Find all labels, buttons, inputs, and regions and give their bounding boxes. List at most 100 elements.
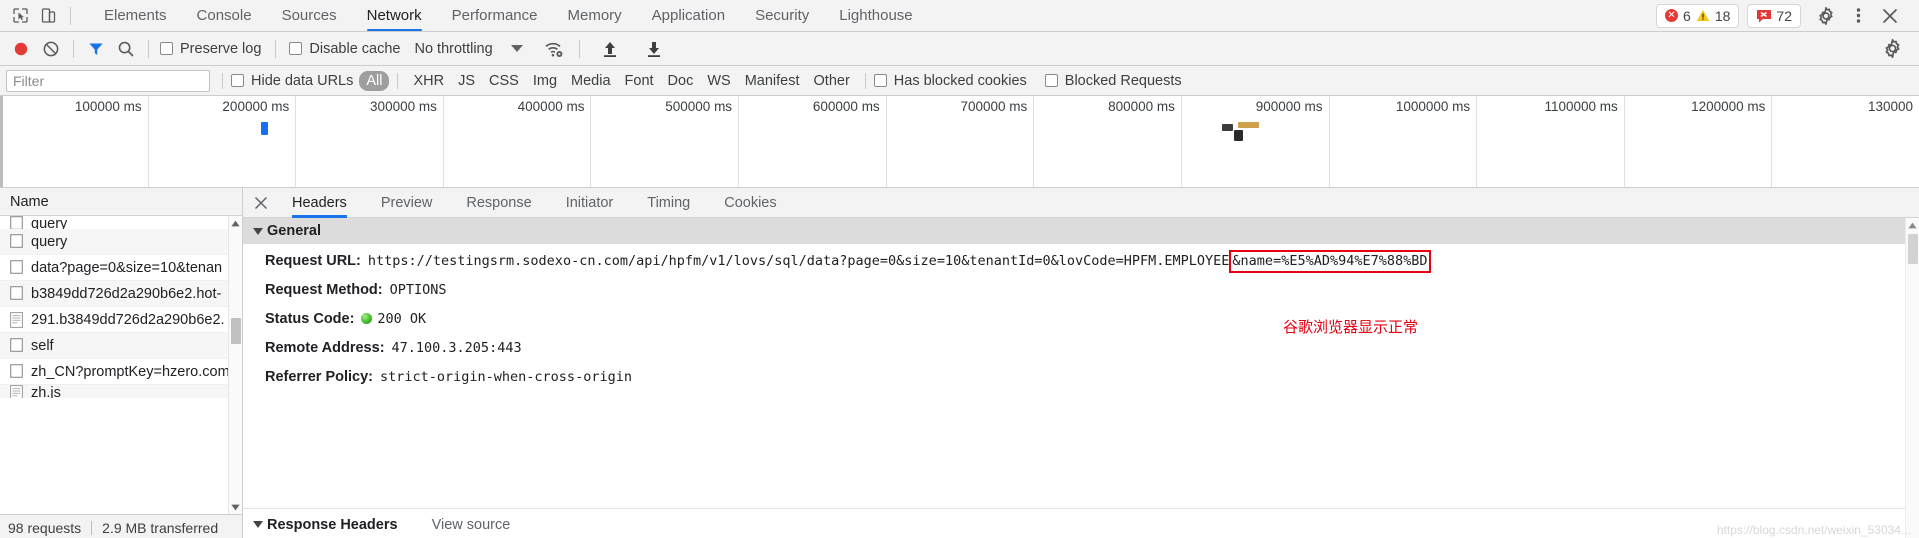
issues-counters[interactable]: ✕ 6 18: [1656, 3, 1740, 28]
tab-memory[interactable]: Memory: [553, 0, 637, 32]
request-list-item[interactable]: query: [0, 216, 242, 229]
network-split-view: Name query query data?page=0&size=10&tenan…: [0, 188, 1919, 538]
scroll-down-arrow-icon[interactable]: [229, 500, 242, 514]
type-filter-js[interactable]: JS: [451, 71, 482, 91]
panel-tabs: Elements Console Sources Network Perform…: [89, 0, 928, 32]
preserve-log-checkbox[interactable]: Preserve log: [160, 41, 261, 57]
filter-input[interactable]: [6, 69, 210, 92]
type-filter-doc[interactable]: Doc: [661, 71, 701, 91]
device-toolbar-icon[interactable]: [34, 2, 62, 30]
scrollbar-thumb[interactable]: [1908, 234, 1918, 264]
tab-application[interactable]: Application: [637, 0, 740, 32]
tab-label: Application: [651, 6, 726, 24]
tab-console[interactable]: Console: [182, 0, 267, 32]
type-filter-other[interactable]: Other: [807, 71, 857, 91]
overview-tick-container: 100000 ms 200000 ms 300000 ms 400000 ms 5000…: [0, 96, 1919, 187]
request-list-item[interactable]: self: [0, 333, 242, 359]
green-status-dot: [361, 313, 373, 324]
export-har-icon[interactable]: [639, 36, 669, 62]
network-settings-gear-icon[interactable]: [1877, 36, 1907, 62]
blocked-requests-checkbox[interactable]: Blocked Requests: [1044, 72, 1182, 89]
network-overview-timeline[interactable]: 100000 ms 200000 ms 300000 ms 400000 ms 5000…: [0, 96, 1919, 188]
request-list-item[interactable]: data?page=0&size=10&tenan: [0, 255, 242, 281]
request-list-item[interactable]: zh_CN?promptKey=hzero.com: [0, 359, 242, 385]
tabbar-right-controls: ✕ 6 18 72: [1656, 2, 1913, 30]
checkbox-box: [1044, 74, 1058, 87]
details-tab-timing[interactable]: Timing: [630, 188, 707, 218]
request-name: zh_CN?promptKey=hzero.com: [31, 363, 230, 380]
tab-sources[interactable]: Sources: [267, 0, 352, 32]
type-filter-img[interactable]: Img: [526, 71, 564, 91]
hide-data-urls-checkbox[interactable]: Hide data URLs: [231, 73, 353, 89]
request-list-scrollbar[interactable]: [228, 216, 242, 514]
overview-tick-line: [1476, 96, 1478, 187]
tab-lighthouse[interactable]: Lighthouse: [824, 0, 927, 32]
network-conditions-icon[interactable]: [539, 36, 569, 62]
checkbox-box-icon: [10, 337, 23, 354]
chevron-down-icon[interactable]: [510, 45, 523, 52]
disable-cache-checkbox[interactable]: Disable cache: [289, 41, 400, 57]
filter-icon[interactable]: [81, 36, 111, 62]
tab-security[interactable]: Security: [740, 0, 824, 32]
field-request-url: Request URL: https://testingsrm.sodexo-c…: [265, 250, 1919, 273]
tab-performance[interactable]: Performance: [437, 0, 553, 32]
clear-network-log-icon[interactable]: [36, 36, 66, 62]
tab-elements[interactable]: Elements: [89, 0, 182, 32]
type-filter-ws[interactable]: WS: [700, 71, 737, 91]
details-tab-cookies[interactable]: Cookies: [707, 188, 793, 218]
filterbar-divider: [397, 72, 399, 89]
details-tab-headers[interactable]: Headers: [275, 188, 364, 218]
close-icon[interactable]: [1875, 2, 1905, 30]
import-har-icon[interactable]: [595, 36, 625, 62]
checkbox-box: [160, 42, 173, 55]
overview-tick-line: [1328, 96, 1330, 187]
search-icon[interactable]: [111, 36, 141, 62]
field-value[interactable]: https://testingsrm.sodexo-cn.com/api/hpf…: [367, 250, 1431, 273]
type-filter-label: JS: [458, 72, 476, 89]
details-tab-response[interactable]: Response: [449, 188, 548, 218]
request-list-item[interactable]: 291.b3849dd726d2a290b6e2.: [0, 307, 242, 333]
type-filter-all[interactable]: All: [359, 70, 390, 91]
type-filter-media[interactable]: Media: [564, 71, 618, 91]
type-filter-manifest[interactable]: Manifest: [738, 71, 807, 91]
details-tab-initiator[interactable]: Initiator: [549, 188, 631, 218]
throttling-selector[interactable]: No throttling: [414, 41, 492, 57]
scroll-up-arrow-icon[interactable]: [1906, 218, 1919, 232]
type-filter-css[interactable]: CSS: [482, 71, 526, 91]
console-messages-counter[interactable]: 72: [1747, 3, 1801, 28]
tab-network[interactable]: Network: [352, 0, 437, 32]
blocked-requests-label: Blocked Requests: [1064, 72, 1182, 89]
inspect-element-icon[interactable]: [6, 2, 34, 30]
general-section-header[interactable]: General: [243, 218, 1919, 244]
overview-request-bar: [1233, 130, 1243, 141]
toolbar-divider: [275, 39, 277, 58]
request-list[interactable]: query query data?page=0&size=10&tenan b3849…: [0, 216, 242, 514]
gear-icon[interactable]: [1811, 2, 1841, 30]
request-list-item[interactable]: zh.js: [0, 385, 242, 398]
request-details-panel: Headers Preview Response Initiator Timin…: [243, 188, 1919, 538]
details-tab-preview[interactable]: Preview: [364, 188, 450, 218]
type-filter-font[interactable]: Font: [618, 71, 661, 91]
request-name: query: [31, 233, 68, 250]
scrollbar-thumb[interactable]: [231, 318, 241, 344]
request-list-item[interactable]: b3849dd726d2a290b6e2.hot-: [0, 281, 242, 307]
close-icon[interactable]: [247, 189, 275, 217]
kebab-menu-icon[interactable]: [1843, 2, 1873, 30]
details-tab-label: Headers: [292, 194, 347, 211]
field-key: Request Method:: [265, 282, 383, 298]
type-filter-xhr[interactable]: XHR: [406, 71, 451, 91]
details-scrollbar[interactable]: [1905, 218, 1919, 538]
field-value: strict-origin-when-cross-origin: [380, 369, 632, 385]
field-value: 47.100.3.205:443: [391, 340, 522, 356]
request-list-item[interactable]: query: [0, 229, 242, 255]
overview-tick-label: 1000000 ms: [1395, 99, 1471, 114]
toolbar-divider: [73, 39, 74, 58]
scroll-up-arrow-icon[interactable]: [229, 216, 242, 230]
has-blocked-cookies-checkbox[interactable]: Has blocked cookies: [873, 73, 1027, 89]
record-button-icon[interactable]: [6, 36, 36, 62]
overview-request-bar: [1222, 124, 1233, 131]
response-headers-section[interactable]: Response Headers View source: [243, 508, 1919, 538]
request-url-plain: https://testingsrm.sodexo-cn.com/api/hpf…: [367, 253, 1230, 269]
document-icon: [10, 311, 23, 328]
view-source-link[interactable]: View source: [432, 517, 511, 533]
